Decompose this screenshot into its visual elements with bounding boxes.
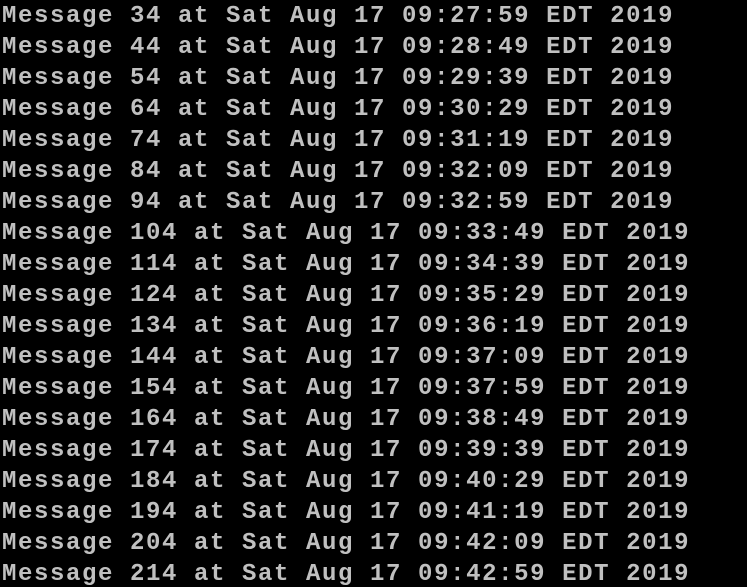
terminal-line: Message 214 at Sat Aug 17 09:42:59 EDT 2… xyxy=(2,561,691,587)
terminal-line: Message 134 at Sat Aug 17 09:36:19 EDT 2… xyxy=(2,313,691,340)
terminal-line: Message 34 at Sat Aug 17 09:27:59 EDT 20… xyxy=(2,3,675,30)
terminal-line: Message 194 at Sat Aug 17 09:41:19 EDT 2… xyxy=(2,499,691,526)
terminal-line: Message 164 at Sat Aug 17 09:38:49 EDT 2… xyxy=(2,406,691,433)
terminal-window[interactable]: Message 34 at Sat Aug 17 09:27:59 EDT 20… xyxy=(0,0,747,587)
terminal-line: Message 44 at Sat Aug 17 09:28:49 EDT 20… xyxy=(2,34,675,61)
terminal-line: Message 114 at Sat Aug 17 09:34:39 EDT 2… xyxy=(2,251,691,278)
terminal-line: Message 184 at Sat Aug 17 09:40:29 EDT 2… xyxy=(2,468,691,495)
terminal-line: Message 204 at Sat Aug 17 09:42:09 EDT 2… xyxy=(2,530,691,557)
terminal-line: Message 94 at Sat Aug 17 09:32:59 EDT 20… xyxy=(2,189,675,216)
terminal-output: Message 34 at Sat Aug 17 09:27:59 EDT 20… xyxy=(2,1,690,587)
terminal-line: Message 144 at Sat Aug 17 09:37:09 EDT 2… xyxy=(2,344,691,371)
terminal-line: Message 54 at Sat Aug 17 09:29:39 EDT 20… xyxy=(2,65,675,92)
terminal-line: Message 104 at Sat Aug 17 09:33:49 EDT 2… xyxy=(2,220,691,247)
terminal-line: Message 124 at Sat Aug 17 09:35:29 EDT 2… xyxy=(2,282,691,309)
terminal-line: Message 174 at Sat Aug 17 09:39:39 EDT 2… xyxy=(2,437,691,464)
terminal-line: Message 74 at Sat Aug 17 09:31:19 EDT 20… xyxy=(2,127,675,154)
terminal-line: Message 64 at Sat Aug 17 09:30:29 EDT 20… xyxy=(2,96,675,123)
terminal-line: Message 84 at Sat Aug 17 09:32:09 EDT 20… xyxy=(2,158,675,185)
terminal-line: Message 154 at Sat Aug 17 09:37:59 EDT 2… xyxy=(2,375,691,402)
